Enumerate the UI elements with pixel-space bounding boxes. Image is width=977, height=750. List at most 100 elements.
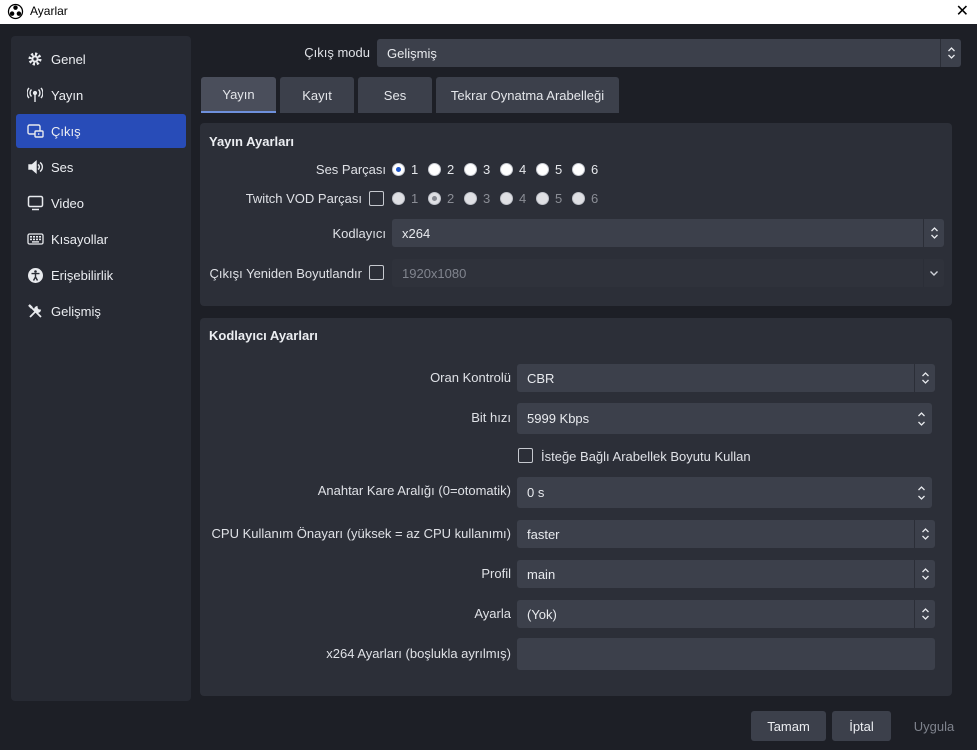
vod-track-num: 5 bbox=[555, 191, 563, 206]
tab-replay-buffer[interactable]: Tekrar Oynatma Arabelleği bbox=[436, 77, 619, 113]
rate-control-label: Oran Kontrolü bbox=[430, 370, 511, 385]
sidebar-item-advanced[interactable]: Gelişmiş bbox=[16, 294, 186, 328]
vod-track-num: 4 bbox=[519, 191, 527, 206]
obs-logo-icon bbox=[7, 3, 24, 20]
sidebar-item-video[interactable]: Video bbox=[16, 186, 186, 220]
audio-track-num: 2 bbox=[447, 162, 455, 177]
settings-sidebar: Genel Yayın Çıkış Ses Video Kısayollar E… bbox=[11, 36, 191, 701]
spin-arrows-icon[interactable] bbox=[911, 403, 932, 434]
sidebar-item-label: Genel bbox=[51, 51, 86, 67]
output-mode-label: Çıkış modu bbox=[304, 45, 370, 60]
tab-stream[interactable]: Yayın bbox=[201, 77, 276, 113]
chevron-down-icon bbox=[923, 259, 944, 287]
output-icon bbox=[26, 122, 44, 140]
tools-icon bbox=[26, 302, 44, 320]
audio-track-radio-4[interactable] bbox=[500, 163, 513, 176]
rate-control-select[interactable]: CBR bbox=[517, 364, 935, 392]
bitrate-spinbox[interactable]: 5999 Kbps bbox=[517, 403, 932, 434]
apply-button: Uygula bbox=[913, 718, 955, 734]
encoder-settings-title: Kodlayıcı Ayarları bbox=[209, 328, 318, 343]
sidebar-item-accessibility[interactable]: Erişebilirlik bbox=[16, 258, 186, 292]
cpu-preset-label: CPU Kullanım Önayarı (yüksek = az CPU ku… bbox=[211, 526, 511, 541]
updown-arrow-icon bbox=[914, 364, 935, 392]
audio-track-radio-2[interactable] bbox=[428, 163, 441, 176]
tune-value: (Yok) bbox=[527, 606, 557, 622]
keyframe-interval-value: 0 s bbox=[527, 485, 545, 500]
sidebar-item-label: Çıkış bbox=[51, 123, 81, 139]
sidebar-item-label: Erişebilirlik bbox=[51, 267, 114, 283]
audio-track-radio-1[interactable] bbox=[392, 163, 405, 176]
output-mode-value: Gelişmiş bbox=[387, 45, 437, 61]
audio-track-num: 6 bbox=[591, 162, 599, 177]
updown-arrow-icon bbox=[923, 219, 944, 247]
gear-icon bbox=[26, 50, 44, 68]
bitrate-label: Bit hızı bbox=[471, 410, 511, 425]
sidebar-item-label: Video bbox=[51, 195, 85, 211]
profile-label: Profil bbox=[481, 566, 511, 581]
tab-recording[interactable]: Kayıt bbox=[280, 77, 354, 113]
vod-track-num: 2 bbox=[447, 191, 455, 206]
output-tabs: Yayın Kayıt Ses Tekrar Oynatma Arabelleğ… bbox=[201, 77, 623, 113]
cancel-button[interactable]: İptal bbox=[832, 711, 891, 741]
tune-label: Ayarla bbox=[474, 606, 511, 621]
rescale-resolution-value: 1920x1080 bbox=[402, 265, 467, 281]
broadcast-icon bbox=[26, 86, 44, 104]
rescale-resolution-select: 1920x1080 bbox=[392, 259, 944, 287]
close-icon[interactable]: ✕ bbox=[956, 1, 969, 21]
keyboard-icon bbox=[26, 230, 44, 248]
rescale-output-checkbox[interactable] bbox=[369, 265, 384, 280]
vod-track-radio-1 bbox=[392, 192, 405, 205]
vod-track-radio-3 bbox=[464, 192, 477, 205]
vod-track-radio-4 bbox=[500, 192, 513, 205]
title-bar: Ayarlar ✕ bbox=[0, 0, 977, 24]
sidebar-item-output[interactable]: Çıkış bbox=[16, 114, 186, 148]
ok-button[interactable]: Tamam bbox=[751, 711, 826, 741]
rate-control-value: CBR bbox=[527, 370, 555, 386]
bitrate-value: 5999 Kbps bbox=[527, 411, 590, 426]
encoder-select[interactable]: x264 bbox=[392, 219, 944, 247]
sidebar-item-hotkeys[interactable]: Kısayollar bbox=[16, 222, 186, 256]
monitor-icon bbox=[26, 194, 44, 212]
custom-buffer-checkbox[interactable] bbox=[518, 448, 533, 463]
vod-track-num: 3 bbox=[483, 191, 491, 206]
audio-track-label: Ses Parçası bbox=[315, 162, 386, 177]
keyframe-interval-spinbox[interactable]: 0 s bbox=[517, 477, 932, 508]
audio-track-radio-6[interactable] bbox=[572, 163, 585, 176]
profile-select[interactable]: main bbox=[517, 560, 935, 588]
tune-select[interactable]: (Yok) bbox=[517, 600, 935, 628]
encoder-value: x264 bbox=[402, 225, 431, 241]
updown-arrow-icon bbox=[914, 520, 935, 548]
output-mode-select[interactable]: Gelişmiş bbox=[377, 39, 961, 67]
audio-track-radio-3[interactable] bbox=[464, 163, 477, 176]
sidebar-item-label: Ses bbox=[51, 159, 74, 175]
rescale-output-label: Çıkışı Yeniden Boyutlandır bbox=[209, 266, 363, 281]
accessibility-icon bbox=[26, 266, 44, 284]
audio-track-num: 3 bbox=[483, 162, 491, 177]
sidebar-item-stream[interactable]: Yayın bbox=[16, 78, 186, 112]
sidebar-item-label: Yayın bbox=[51, 87, 84, 103]
profile-value: main bbox=[527, 566, 556, 582]
custom-buffer-label: İsteğe Bağlı Arabellek Boyutu Kullan bbox=[541, 449, 751, 464]
tab-audio[interactable]: Ses bbox=[358, 77, 432, 113]
audio-track-radio-5[interactable] bbox=[536, 163, 549, 176]
updown-arrow-icon bbox=[940, 39, 961, 67]
encoder-label: Kodlayıcı bbox=[332, 226, 386, 241]
sidebar-item-label: Kısayollar bbox=[51, 231, 109, 247]
audio-track-num: 1 bbox=[411, 162, 419, 177]
sidebar-item-audio[interactable]: Ses bbox=[16, 150, 186, 184]
window-title: Ayarlar bbox=[30, 4, 68, 18]
x264-options-label: x264 Ayarları (boşlukla ayrılmış) bbox=[326, 646, 511, 661]
spin-arrows-icon[interactable] bbox=[911, 477, 932, 508]
cpu-preset-value: faster bbox=[527, 526, 560, 542]
x264-options-input[interactable] bbox=[517, 638, 935, 670]
speaker-icon bbox=[26, 158, 44, 176]
sidebar-item-general[interactable]: Genel bbox=[16, 42, 186, 76]
cpu-preset-select[interactable]: faster bbox=[517, 520, 935, 548]
updown-arrow-icon bbox=[914, 600, 935, 628]
vod-track-num: 1 bbox=[411, 191, 419, 206]
twitch-vod-checkbox[interactable] bbox=[369, 191, 384, 206]
sidebar-item-label: Gelişmiş bbox=[51, 303, 101, 319]
vod-track-num: 6 bbox=[591, 191, 599, 206]
keyframe-interval-label: Anahtar Kare Aralığı (0=otomatik) bbox=[317, 483, 511, 498]
audio-track-num: 4 bbox=[519, 162, 527, 177]
